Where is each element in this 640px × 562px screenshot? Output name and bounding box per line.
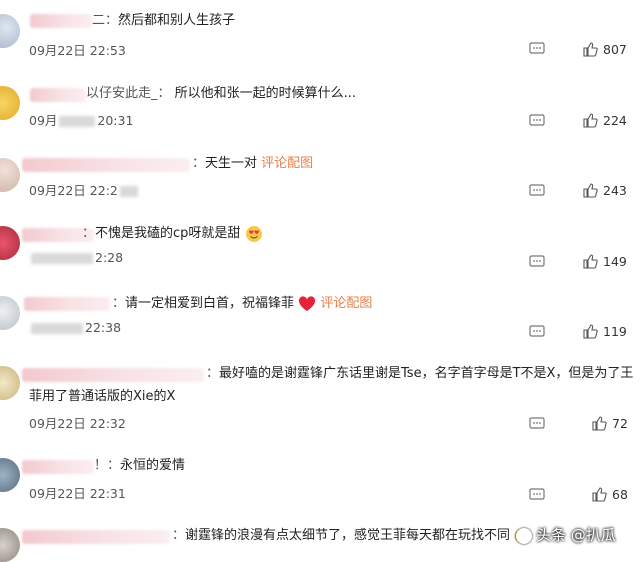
watermark: 头条 @扒瓜: [516, 524, 616, 545]
like-thumb-icon[interactable]: [583, 113, 598, 128]
comment-text: ！：永恒的爱情: [94, 458, 186, 473]
avatar[interactable]: [0, 296, 20, 330]
comment-time: 09月 20:31: [29, 113, 134, 128]
comment-reply-icon[interactable]: [529, 325, 545, 338]
comment-time: 09月22日 22:32: [29, 416, 126, 431]
comment-reply-icon[interactable]: [529, 184, 545, 197]
avatar[interactable]: [0, 86, 20, 120]
like-count: 807: [603, 42, 627, 57]
like-count: 149: [603, 254, 627, 269]
comment-reply-icon[interactable]: [529, 417, 545, 430]
comment-image-link[interactable]: 评论配图: [320, 296, 372, 311]
comment-time: 2:28: [29, 250, 123, 265]
comment-text: ：请一定相爱到白首，祝福锋菲 评论配图: [112, 295, 373, 311]
comment-time: 22:38: [29, 320, 121, 335]
like-thumb-icon[interactable]: [583, 42, 598, 57]
username-blurred[interactable]: [24, 297, 110, 311]
comment-text: 二：然后都和别人生孩子: [92, 13, 236, 28]
like-count: 72: [612, 416, 628, 431]
comment-text: ：不愧是我磕的cp呀就是甜: [82, 223, 263, 245]
comment-reply-icon[interactable]: [529, 114, 545, 127]
comment-text: ：天生一对 评论配图: [192, 156, 314, 171]
avatar[interactable]: [0, 458, 20, 492]
toutiao-logo-icon: [516, 527, 532, 544]
username-blurred[interactable]: [22, 158, 190, 172]
comment-text: 以仔安此走_： 所以他和张一起的时候算什么...: [86, 86, 357, 101]
comment-text: ：谢霆锋的浪漫有点太细节了，感觉王菲每天都在玩找不同: [172, 525, 530, 547]
comment-reply-icon[interactable]: [529, 488, 545, 501]
like-thumb-icon[interactable]: [592, 416, 607, 431]
heart-eyes-emoji: [245, 225, 262, 242]
username-blurred[interactable]: [30, 14, 92, 28]
comment-time: 09月22日 22:53: [29, 43, 126, 58]
like-count: 224: [603, 113, 627, 128]
like-thumb-icon[interactable]: [592, 487, 607, 502]
avatar[interactable]: [0, 14, 20, 48]
like-thumb-icon[interactable]: [583, 324, 598, 339]
username-blurred[interactable]: [22, 460, 94, 474]
avatar[interactable]: [0, 226, 20, 260]
like-count: 119: [603, 324, 627, 339]
like-count: 68: [612, 487, 628, 502]
avatar[interactable]: [0, 366, 20, 400]
red-heart-emoji: [299, 295, 316, 311]
like-count: 243: [603, 183, 627, 198]
like-thumb-icon[interactable]: [583, 183, 598, 198]
comment-time: 09月22日 22:31: [29, 486, 126, 501]
like-thumb-icon[interactable]: [583, 254, 598, 269]
comment-text-continued: 菲用了普通话版的Xie的X: [29, 389, 176, 404]
username-blurred[interactable]: [22, 530, 170, 544]
comment-image-link[interactable]: 评论配图: [261, 156, 313, 171]
comment-reply-icon[interactable]: [529, 255, 545, 268]
username-blurred[interactable]: [22, 368, 204, 382]
comment-time: 09月22日 22:2: [29, 180, 140, 199]
avatar[interactable]: [0, 158, 20, 192]
username-blurred[interactable]: [30, 88, 86, 102]
comment-text: ：最好嗑的是谢霆锋广东话里谢是Tse，名字首字母是T不是X，但是为了王: [206, 366, 634, 381]
comment-reply-icon[interactable]: [529, 42, 545, 55]
